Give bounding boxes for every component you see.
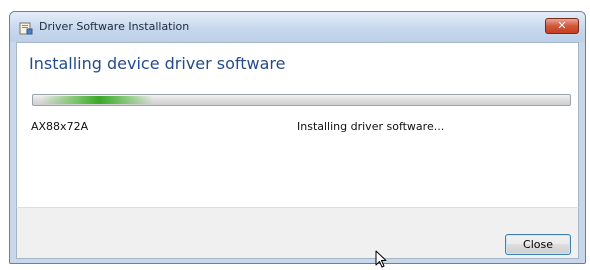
- close-icon: ✕: [557, 19, 567, 32]
- window-title: Driver Software Installation: [39, 20, 190, 33]
- dialog-footer: Close: [16, 207, 579, 259]
- window-close-button[interactable]: ✕: [545, 18, 579, 34]
- close-button[interactable]: Close: [505, 234, 571, 255]
- device-install-icon: [19, 22, 33, 35]
- dialog-content: Installing device driver software AX88x7…: [16, 42, 579, 207]
- install-progress-bar: [32, 94, 571, 106]
- progress-marquee: [41, 96, 153, 104]
- driver-install-dialog: Driver Software Installation ✕ Installin…: [9, 11, 586, 264]
- page-title: Installing device driver software: [29, 54, 286, 73]
- device-status: Installing driver software...: [297, 120, 445, 133]
- device-name: AX88x72A: [31, 120, 89, 133]
- title-bar[interactable]: Driver Software Installation ✕: [10, 12, 585, 42]
- mouse-cursor-icon: [375, 250, 387, 268]
